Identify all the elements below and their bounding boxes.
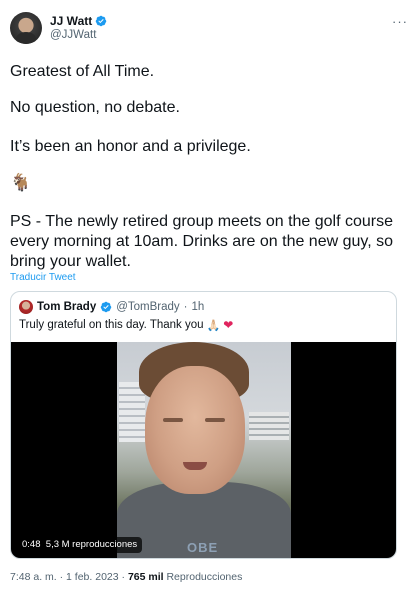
praying-hands-emoji: 🙏🏻 bbox=[206, 319, 221, 332]
quoted-display-name[interactable]: Tom Brady bbox=[37, 301, 96, 313]
quoted-text: Truly grateful on this day. Thank you bbox=[19, 319, 204, 331]
video-thumbnail: OBE bbox=[117, 342, 291, 558]
verified-badge-icon bbox=[95, 15, 107, 27]
tweet-time[interactable]: 7:48 a. m. bbox=[10, 571, 57, 583]
author-name-row: JJ Watt bbox=[50, 14, 107, 28]
views-label: Reproducciones bbox=[166, 571, 243, 583]
heart-emoji: ❤ bbox=[223, 318, 234, 332]
tweet-paragraph: It’s been an honor and a privilege. bbox=[10, 138, 251, 155]
views-count: 765 mil bbox=[127, 571, 164, 583]
goat-emoji: 🐐 bbox=[10, 173, 32, 192]
author-handle[interactable]: @JJWatt bbox=[50, 29, 96, 41]
quoted-time[interactable]: 1h bbox=[192, 301, 205, 313]
separator-dot: · bbox=[59, 571, 64, 583]
tweet-header: JJ Watt @JJWatt ··· bbox=[10, 12, 410, 52]
author-display-name[interactable]: JJ Watt bbox=[50, 14, 92, 28]
tweet-paragraph: Greatest of All Time. bbox=[10, 63, 155, 80]
tweet-date[interactable]: 1 feb. 2023 bbox=[66, 571, 119, 583]
tweet: JJ Watt @JJWatt ··· Greatest of All Time… bbox=[0, 0, 420, 597]
eye-graphic bbox=[205, 418, 225, 422]
tweet-meta: 7:48 a. m. · 1 feb. 2023 · 765 mil Repro… bbox=[10, 571, 242, 583]
mouth-graphic bbox=[183, 462, 207, 470]
shirt-lettering: OBE bbox=[187, 540, 219, 555]
video-duration-badge: 0:48 5,3 M reproducciones bbox=[17, 537, 143, 553]
tweet-paragraph: No question, no debate. bbox=[10, 99, 180, 116]
separator-dot: · bbox=[183, 301, 188, 313]
tweet-paragraph: PS - The newly retired group meets on th… bbox=[10, 213, 394, 270]
avatar[interactable] bbox=[10, 12, 42, 44]
more-options-icon[interactable]: ··· bbox=[392, 14, 408, 29]
building-graphic bbox=[249, 412, 289, 440]
quoted-handle[interactable]: @TomBrady bbox=[116, 301, 179, 313]
quoted-tweet[interactable]: Tom Brady @TomBrady · 1h Truly grateful … bbox=[10, 291, 397, 559]
verified-badge-icon bbox=[100, 301, 112, 313]
video-player[interactable]: OBE 0:48 5,3 M reproducciones bbox=[11, 342, 396, 558]
video-views: 5,3 M reproducciones bbox=[45, 539, 138, 550]
face-graphic bbox=[145, 366, 245, 494]
quoted-avatar[interactable] bbox=[19, 300, 33, 314]
quoted-tweet-header: Tom Brady @TomBrady · 1h bbox=[19, 300, 204, 314]
translate-tweet-link[interactable]: Traducir Tweet bbox=[10, 272, 76, 283]
eye-graphic bbox=[163, 418, 183, 422]
video-duration: 0:48 bbox=[22, 539, 41, 550]
quoted-text-row: Truly grateful on this day. Thank you 🙏🏻… bbox=[19, 318, 233, 332]
separator-dot: · bbox=[121, 571, 126, 583]
